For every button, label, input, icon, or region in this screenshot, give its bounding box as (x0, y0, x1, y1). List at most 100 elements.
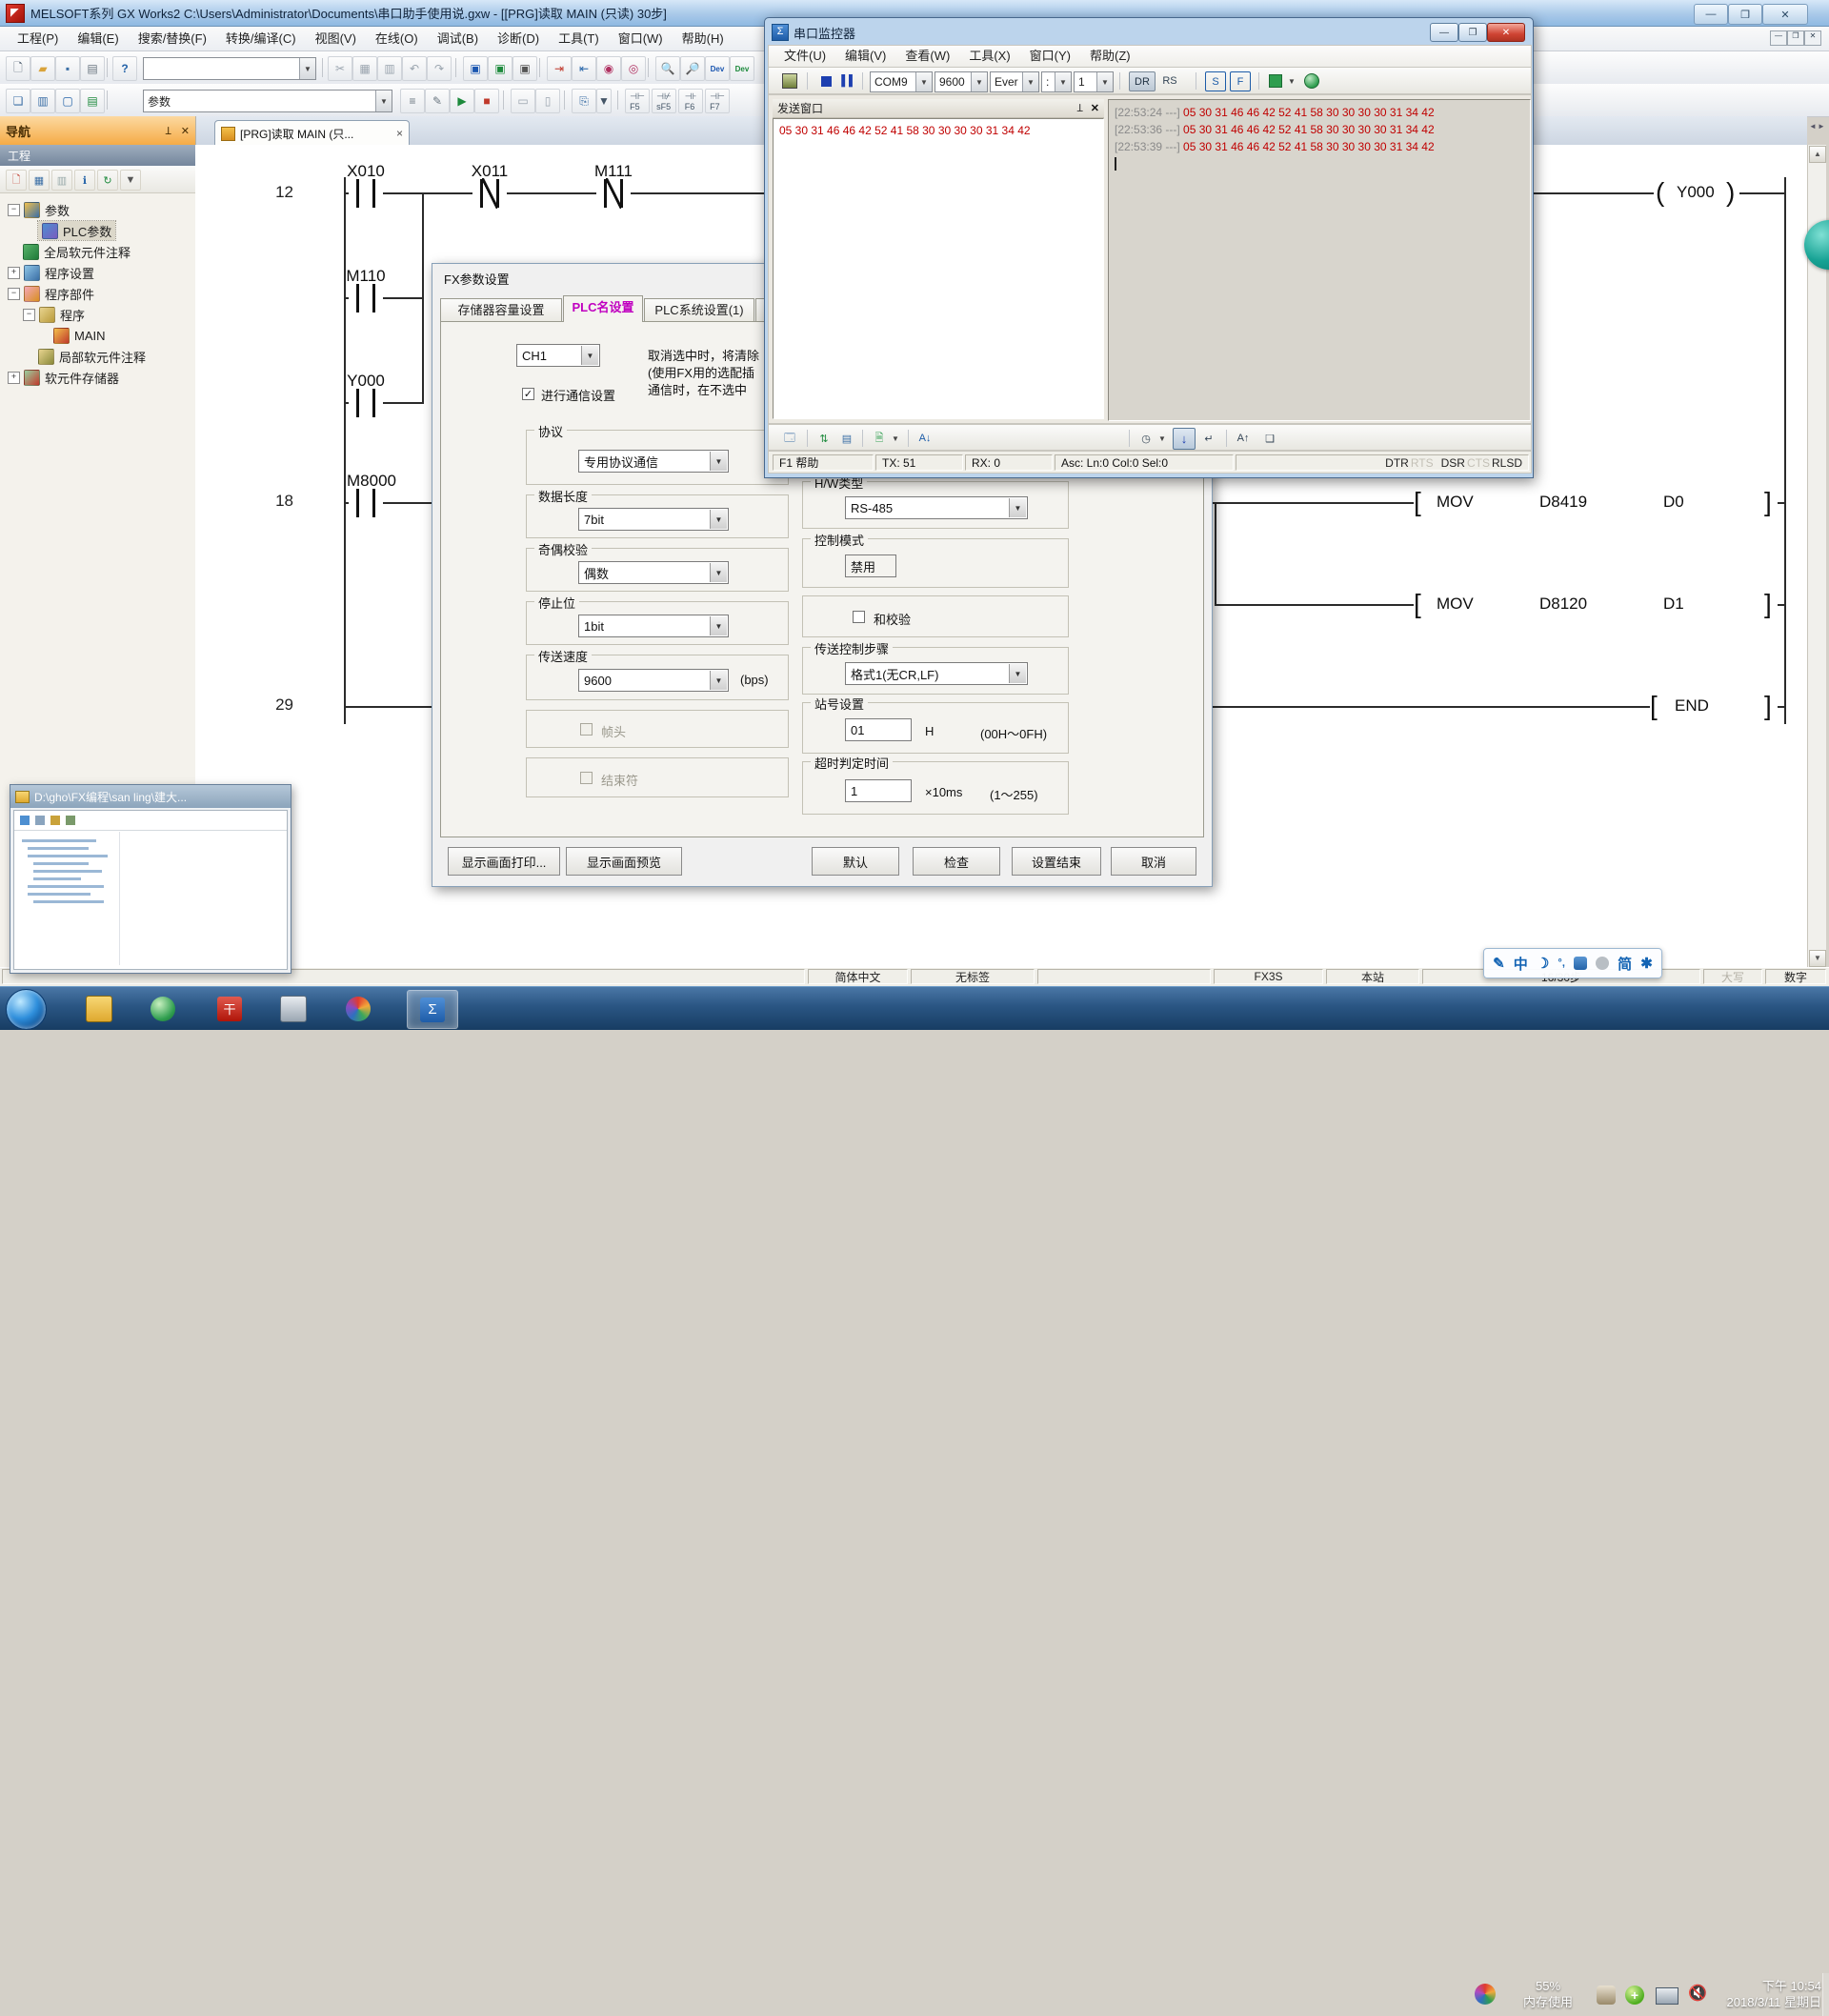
chevron-down-icon[interactable]: ▼ (710, 563, 727, 582)
statement-icon[interactable]: ≡ (400, 89, 425, 113)
ladder-contact-f6-icon[interactable]: ⊣⊦F6 (678, 89, 703, 113)
tab-scroll-right-icon[interactable]: ► (1818, 122, 1825, 133)
contact-m110[interactable] (349, 282, 383, 314)
com-port-combo[interactable]: COM9▼ (870, 71, 933, 92)
menu-diagnostics[interactable]: 诊断(D) (488, 28, 549, 50)
maximize-pane-icon[interactable]: ❑ (1260, 429, 1279, 448)
read-plc-icon[interactable]: ⇤ (572, 56, 596, 81)
preview-screen-button[interactable]: 显示画面预览 (566, 847, 682, 876)
chevron-down-icon[interactable]: ▼ (971, 72, 987, 91)
chevron-down-icon[interactable]: ▼ (915, 72, 932, 91)
print-icon[interactable]: ▤ (80, 56, 105, 81)
control-procedure-combo[interactable]: 格式1(无CR,LF)▼ (845, 662, 1028, 685)
chevron-down-icon[interactable]: ▼ (891, 429, 900, 448)
menu-window[interactable]: 窗口(W) (609, 28, 673, 50)
ladder-edit-icon[interactable]: ▭ (511, 89, 535, 113)
tray-avatar-icon[interactable] (1597, 1986, 1616, 2005)
tree-item-pou[interactable]: − 程序部件 (8, 284, 94, 303)
tree-item-main[interactable]: MAIN (53, 326, 106, 345)
serial-menu-tools[interactable]: 工具(X) (959, 45, 1019, 68)
ime-chinese-mode[interactable]: 中 (1514, 954, 1528, 974)
pin-icon[interactable]: Ʇ (1077, 101, 1083, 115)
tree-item-global-comment[interactable]: 全局软元件注释 (23, 242, 131, 261)
filter-icon[interactable]: ▼ (120, 170, 141, 191)
taskbar-gx-works2-button[interactable] (333, 990, 383, 1027)
tray-color-swirl-icon[interactable] (1475, 1984, 1496, 2005)
show-desktop-button[interactable] (1822, 1973, 1829, 2016)
chevron-down-icon[interactable]: ▼ (1022, 72, 1038, 91)
mini-window-body[interactable] (13, 810, 288, 970)
instruction-operand[interactable]: D8419 (1538, 493, 1589, 512)
chevron-down-icon[interactable]: ▼ (1157, 429, 1167, 448)
chevron-down-icon[interactable]: ▼ (1009, 664, 1026, 683)
tree-item-local-comment[interactable]: 局部软元件注释 (38, 347, 146, 366)
instruction-op[interactable]: MOV (1435, 595, 1476, 614)
send-s-button[interactable]: S (1205, 71, 1226, 91)
ime-user-icon[interactable] (1596, 957, 1609, 970)
menu-help[interactable]: 帮助(H) (673, 28, 734, 50)
monitor-start-icon[interactable]: ▶ (450, 89, 474, 113)
stop-bits-combo[interactable]: 1▼ (1074, 71, 1114, 92)
cancel-button[interactable]: 取消 (1111, 847, 1196, 876)
receive-pane[interactable]: [22:53:24 ---] 05 30 31 46 46 42 52 41 5… (1108, 99, 1531, 421)
ime-brush-icon[interactable]: ✎ (1493, 955, 1505, 972)
minimize-button[interactable]: — (1694, 4, 1728, 25)
child-minimize-icon[interactable]: — (1770, 30, 1787, 46)
chevron-down-icon[interactable]: ▼ (710, 671, 727, 690)
paste-icon[interactable]: ▥ (377, 56, 402, 81)
contact-m111-nc[interactable] (596, 177, 631, 210)
tab-scroll-left-icon[interactable]: ◄ (1809, 122, 1817, 133)
station-number-input[interactable]: 01 (845, 718, 912, 741)
wrap-return-icon[interactable]: ↵ (1199, 429, 1218, 448)
ime-punctuation-icon[interactable]: °, (1558, 958, 1564, 969)
refresh-icon[interactable]: ↻ (97, 170, 118, 191)
find-device-icon[interactable]: 🔍 (655, 56, 680, 81)
communication-setting-checkbox[interactable]: ✓ (522, 388, 534, 400)
close-icon[interactable]: ✕ (1091, 102, 1099, 114)
taskbar-explorer-button[interactable] (74, 990, 124, 1027)
project-data-combo[interactable]: ▼ (143, 57, 316, 80)
contact-y000[interactable] (349, 387, 383, 419)
coil-label[interactable]: Y000 (1675, 183, 1717, 202)
ladder-contact-sf5-icon[interactable]: ⊣⊬sF5 (652, 89, 676, 113)
restore-button[interactable]: ❐ (1728, 4, 1762, 25)
tray-clock[interactable]: 下午 10:54 2018/3/11 星期日 (1715, 1978, 1821, 2010)
ladder-contact-f7-icon[interactable]: ⊣⊢F7 (705, 89, 730, 113)
device-hex-icon[interactable]: ▣ (513, 56, 537, 81)
ime-simplified-icon[interactable]: 简 (1618, 954, 1632, 974)
tree-item-plc-parameter[interactable]: PLC参数 (38, 221, 115, 240)
chevron-down-icon[interactable]: ▼ (581, 346, 598, 365)
device-monitor2-icon[interactable]: ▣ (488, 56, 513, 81)
menu-project[interactable]: 工程(P) (8, 28, 68, 50)
print-screen-button[interactable]: 显示画面打印... (448, 847, 560, 876)
pause-icon[interactable]: ▌▌ (839, 71, 858, 91)
color-swatch-icon[interactable] (1266, 71, 1285, 91)
tab-close-icon[interactable]: × (396, 127, 403, 140)
scroll-down-icon[interactable]: ▼ (1809, 950, 1826, 967)
parameter-combo[interactable]: 参数▼ (143, 90, 392, 112)
note-icon[interactable]: ✎ (425, 89, 450, 113)
data-length-combo[interactable]: 7bit▼ (578, 508, 729, 531)
taskbar-app-red-button[interactable]: 干 (205, 990, 254, 1027)
taskbar-notepad-button[interactable] (269, 990, 318, 1027)
tray-memory-usage[interactable]: 55% 内存使用 (1507, 1978, 1589, 2010)
chevron-down-icon[interactable]: ▼ (1009, 498, 1026, 517)
ime-keyboard-icon[interactable] (1574, 957, 1587, 970)
clock-icon[interactable]: ◷ (1136, 429, 1156, 448)
default-button[interactable]: 默认 (812, 847, 899, 876)
taskbar-browser-button[interactable] (138, 990, 188, 1027)
document-tab-main[interactable]: [PRG]读取 MAIN (只... × (214, 120, 410, 146)
new-item-icon[interactable]: 🗋 (6, 170, 27, 191)
parity-combo[interactable]: 偶数▼ (578, 561, 729, 584)
menu-find-replace[interactable]: 搜索/替换(F) (129, 28, 216, 50)
terminator-checkbox[interactable] (580, 772, 593, 784)
tree-item-parameters[interactable]: − 参数 (8, 200, 70, 219)
save-icon[interactable] (780, 71, 799, 91)
window-tile-icon[interactable]: ▥ (30, 89, 55, 113)
list-icon[interactable]: ▤ (837, 429, 856, 448)
undo-icon[interactable]: ↶ (402, 56, 427, 81)
contact-x010[interactable] (349, 177, 383, 210)
copy-item-icon[interactable]: ▦ (29, 170, 50, 191)
child-restore-icon[interactable]: ❐ (1787, 30, 1804, 46)
send-pane-content[interactable]: 05 30 31 46 46 42 52 41 58 30 30 30 30 3… (773, 118, 1104, 419)
